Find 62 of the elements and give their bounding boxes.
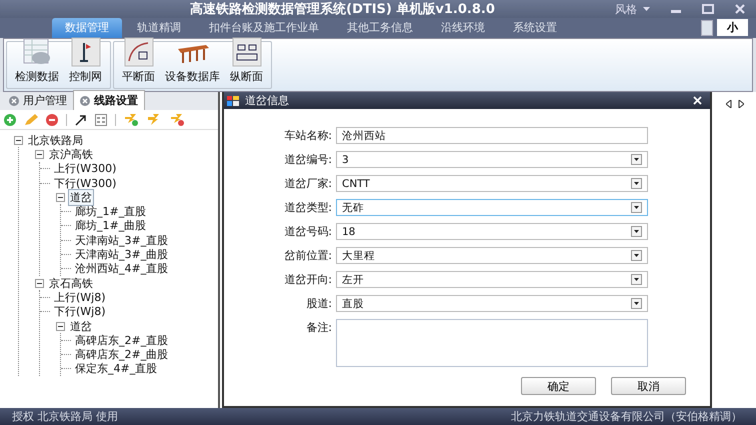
field-label: 道岔开向: xyxy=(283,272,332,288)
panel-tab[interactable]: 用户管理 xyxy=(3,91,73,110)
style-menu[interactable]: 风格 xyxy=(615,2,650,16)
window-title: 高速铁路检测数据管理系统(DTIS) 单机版v1.0.8.0 xyxy=(189,0,496,18)
caret-icon xyxy=(643,7,650,11)
right-arrow-icon[interactable] xyxy=(738,100,744,108)
lightning-remove-icon[interactable] xyxy=(170,113,185,126)
collapse-toggle[interactable] xyxy=(56,192,65,202)
curve-plan-icon xyxy=(124,37,154,67)
collapse-toggle[interactable] xyxy=(14,136,23,145)
field-label: 备注: xyxy=(305,320,332,336)
ribbon-button[interactable]: 检测数据 xyxy=(15,37,59,84)
collapse-toggle[interactable] xyxy=(35,150,44,159)
menu-tab[interactable]: 轨道精调 xyxy=(124,18,194,38)
size-button[interactable]: 小 xyxy=(717,19,748,36)
dropdown-field[interactable]: 3 xyxy=(336,151,648,168)
menu-tab[interactable]: 系统设置 xyxy=(500,18,570,38)
field-label: 道岔厂家: xyxy=(283,176,332,192)
ribbon-button[interactable]: 控制网 xyxy=(69,37,102,84)
tree-item[interactable]: 下行(Wj8) xyxy=(52,303,108,320)
status-text: 授权 北京铁路局 使用 xyxy=(12,409,118,424)
arrow-icon[interactable] xyxy=(75,114,87,126)
ribbon-button[interactable]: 纵断面 xyxy=(230,37,263,84)
notes-field[interactable] xyxy=(336,319,648,367)
window-icon xyxy=(227,96,239,106)
input-field[interactable]: 沧州西站 xyxy=(336,127,648,144)
grid-icon[interactable] xyxy=(95,114,107,126)
tree-item[interactable]: 天津南站_3#_直股 xyxy=(73,232,170,249)
dropdown-field[interactable]: 左开 xyxy=(336,271,648,288)
dropdown-field[interactable]: 直股 xyxy=(336,295,648,312)
dialog-title: 道岔信息 xyxy=(245,93,289,108)
dialog-button[interactable]: 取消 xyxy=(611,377,686,395)
collapse-toggle[interactable] xyxy=(56,322,65,330)
panel-tab[interactable]: 线路设置 xyxy=(73,90,145,110)
field-label: 道岔编号: xyxy=(283,152,332,168)
menu-tab[interactable]: 沿线环境 xyxy=(428,18,498,38)
dropdown-field[interactable]: CNTT xyxy=(336,175,648,192)
ribbon-button[interactable]: 设备数据库 xyxy=(165,37,220,84)
field-label: 股道: xyxy=(305,296,332,312)
dialog-button[interactable]: 确定 xyxy=(521,377,596,395)
flag-pole-icon xyxy=(70,37,100,67)
field-label: 车站名称: xyxy=(283,128,332,144)
collapse-toggle[interactable] xyxy=(35,278,44,288)
add-icon[interactable] xyxy=(4,114,16,126)
remove-icon[interactable] xyxy=(46,114,58,126)
menu-tab[interactable]: 其他工务信息 xyxy=(334,18,426,38)
ribbon-button[interactable]: 平断面 xyxy=(122,37,155,84)
tree-item[interactable]: 上行(W300) xyxy=(52,160,118,178)
menu-tab[interactable]: 扣件台账及施工作业单 xyxy=(196,18,332,38)
left-arrow-icon[interactable] xyxy=(726,100,732,108)
tree-item[interactable]: 道岔 xyxy=(68,188,94,206)
toggle-square[interactable] xyxy=(701,20,713,36)
profile-section-icon xyxy=(232,37,262,67)
field-label: 道岔号码: xyxy=(283,224,332,240)
maximize-icon[interactable] xyxy=(702,4,714,14)
company-text: 北京力铁轨道交通设备有限公司（安伯格精调） xyxy=(511,409,742,424)
lightning-add-icon[interactable] xyxy=(124,113,139,126)
field-label: 岔前位置: xyxy=(283,248,332,264)
dropdown-field[interactable]: 18 xyxy=(336,223,648,240)
dropdown-field[interactable]: 大里程 xyxy=(336,247,648,264)
field-label: 道岔类型: xyxy=(283,200,332,216)
dropdown-field[interactable]: 无砟 xyxy=(336,199,648,216)
